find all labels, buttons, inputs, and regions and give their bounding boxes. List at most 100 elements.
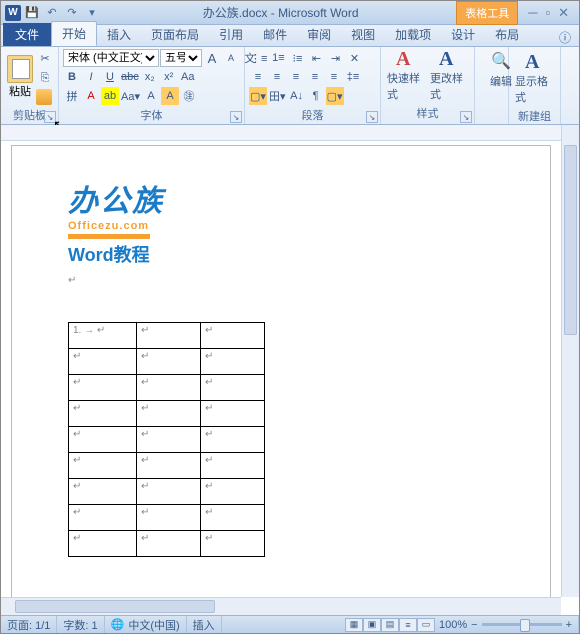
zoom-level[interactable]: 100%	[439, 619, 467, 631]
sort-button[interactable]: A↓	[288, 87, 306, 105]
phonetic-button[interactable]: 拼	[63, 87, 81, 105]
qat-more[interactable]: ▾	[83, 4, 101, 22]
minimize-button[interactable]: ─	[528, 5, 537, 21]
zoom-in-button[interactable]: +	[566, 619, 572, 631]
close-button[interactable]: ✕	[558, 5, 569, 21]
show-format-button[interactable]: A显示格式	[513, 49, 557, 107]
table-cell[interactable]: ↵	[69, 375, 137, 401]
word-icon[interactable]: W	[5, 5, 21, 21]
table-cell[interactable]: ↵	[137, 479, 201, 505]
highlight-button[interactable]: ab	[101, 87, 119, 105]
align-right-button[interactable]: ≡	[287, 68, 305, 86]
tab-design[interactable]: 设计	[441, 23, 485, 46]
font-size-select[interactable]: 五号	[160, 49, 202, 67]
change-case-button[interactable]: Aa▾	[120, 87, 141, 105]
table-cell[interactable]: ↵	[137, 349, 201, 375]
clear-format-button[interactable]: Aa	[179, 68, 197, 86]
align-justify-button[interactable]: ≡	[306, 68, 324, 86]
align-left-button[interactable]: ≡	[249, 68, 267, 86]
shading-button[interactable]: ▢▾	[249, 87, 267, 105]
tab-insert[interactable]: 插入	[97, 23, 141, 46]
table-cell[interactable]: ↵	[69, 427, 137, 453]
table-cell[interactable]: ↵	[137, 375, 201, 401]
font-dialog-launcher[interactable]: ↘	[230, 111, 242, 123]
superscript-button[interactable]: x²	[160, 68, 178, 86]
status-word-count[interactable]: 字数: 1	[57, 616, 104, 633]
table-cell[interactable]: ↵	[201, 349, 265, 375]
draft-view-button[interactable]: ▭	[417, 618, 435, 632]
table-cell[interactable]: ↵	[201, 427, 265, 453]
subscript-button[interactable]: x₂	[141, 68, 159, 86]
fullscreen-view-button[interactable]: ▣	[363, 618, 381, 632]
tab-review[interactable]: 审阅	[297, 23, 341, 46]
table-cell[interactable]: ↵	[137, 427, 201, 453]
tab-mailings[interactable]: 邮件	[253, 23, 297, 46]
borders-button[interactable]: 田▾	[268, 87, 287, 105]
table-cell[interactable]: 1. → ↵	[69, 323, 137, 349]
status-page[interactable]: 页面: 1/1	[1, 616, 57, 633]
enclose-char-button[interactable]: ㊟	[180, 87, 198, 105]
copy-button[interactable]: ⎘	[36, 69, 54, 87]
horizontal-ruler[interactable]	[1, 125, 561, 141]
document-table[interactable]: 1. → ↵↵↵ ↵↵↵ ↵↵↵ ↵↵↵ ↵↵↵ ↵↵↵ ↵↵↵ ↵↵↵ ↵↵↵	[68, 322, 265, 557]
tab-references[interactable]: 引用	[209, 23, 253, 46]
table-cell[interactable]: ↵	[201, 375, 265, 401]
table-cell[interactable]: ↵	[69, 349, 137, 375]
char-border-button[interactable]: A	[142, 87, 160, 105]
format-painter-button[interactable]	[36, 89, 52, 105]
italic-button[interactable]: I	[82, 68, 100, 86]
document-page[interactable]: 办公族 Officezu.com Word教程 ↵ 1. → ↵↵↵ ↵↵↵ ↵…	[11, 145, 551, 597]
scrollbar-thumb[interactable]	[564, 145, 577, 335]
table-tools-tab[interactable]: 表格工具	[456, 1, 518, 25]
table-cell[interactable]: ↵	[201, 453, 265, 479]
outline-view-button[interactable]: ≡	[399, 618, 417, 632]
char-shading-button[interactable]: A	[161, 87, 179, 105]
show-marks-button[interactable]: ¶	[307, 87, 325, 105]
table-cell[interactable]: ↵	[137, 531, 201, 557]
zoom-out-button[interactable]: −	[471, 619, 477, 631]
table-cell[interactable]: ↵	[137, 401, 201, 427]
clipboard-dialog-launcher[interactable]: ↘	[44, 111, 56, 123]
paste-button[interactable]: 粘贴	[5, 55, 35, 99]
help-button[interactable]: ⓘ	[559, 29, 571, 46]
change-styles-button[interactable]: A更改样式	[428, 46, 470, 104]
asian-layout-button[interactable]: ✕	[345, 49, 363, 67]
table-cell[interactable]: ↵	[137, 505, 201, 531]
table-cell[interactable]: ↵	[69, 479, 137, 505]
redo-button[interactable]: ↷	[63, 4, 81, 22]
table-cell[interactable]: ↵	[69, 401, 137, 427]
tab-view[interactable]: 视图	[341, 23, 385, 46]
status-language[interactable]: 🌐中文(中国)	[105, 616, 187, 633]
table-cell[interactable]: ↵	[69, 505, 137, 531]
bold-button[interactable]: B	[63, 68, 81, 86]
para-extra-button[interactable]: ▢▾	[326, 87, 344, 105]
zoom-slider[interactable]	[482, 623, 562, 626]
table-cell[interactable]: ↵	[137, 453, 201, 479]
align-distribute-button[interactable]: ≡	[325, 68, 343, 86]
decrease-indent-button[interactable]: ⇤	[307, 49, 325, 67]
font-name-select[interactable]: 宋体 (中文正文)	[63, 49, 159, 67]
increase-indent-button[interactable]: ⇥	[326, 49, 344, 67]
scrollbar-thumb[interactable]	[15, 600, 215, 613]
underline-button[interactable]: U	[101, 68, 119, 86]
strike-button[interactable]: abc	[120, 68, 140, 86]
table-cell[interactable]: ↵	[69, 453, 137, 479]
horizontal-scrollbar[interactable]	[1, 597, 561, 615]
line-spacing-button[interactable]: ‡≡	[344, 68, 362, 86]
styles-dialog-launcher[interactable]: ↘	[460, 111, 472, 123]
undo-button[interactable]: ↶	[43, 4, 61, 22]
table-cell[interactable]: ↵	[201, 531, 265, 557]
maximize-button[interactable]: ▫	[545, 5, 550, 21]
cut-button[interactable]: ✂	[36, 49, 54, 67]
table-cell[interactable]: ↵	[201, 505, 265, 531]
table-cell[interactable]: ↵	[137, 323, 201, 349]
tab-table-layout[interactable]: 布局	[485, 23, 529, 46]
status-insert-mode[interactable]: 插入	[187, 616, 222, 633]
numbering-button[interactable]: 1≡	[269, 49, 287, 67]
shrink-font-button[interactable]: A	[222, 49, 240, 67]
tab-addins[interactable]: 加载项	[385, 23, 441, 46]
table-cell[interactable]: ↵	[69, 531, 137, 557]
paragraph-dialog-launcher[interactable]: ↘	[366, 111, 378, 123]
vertical-scrollbar[interactable]	[561, 125, 579, 597]
multilevel-button[interactable]: ⁝≡	[288, 49, 306, 67]
